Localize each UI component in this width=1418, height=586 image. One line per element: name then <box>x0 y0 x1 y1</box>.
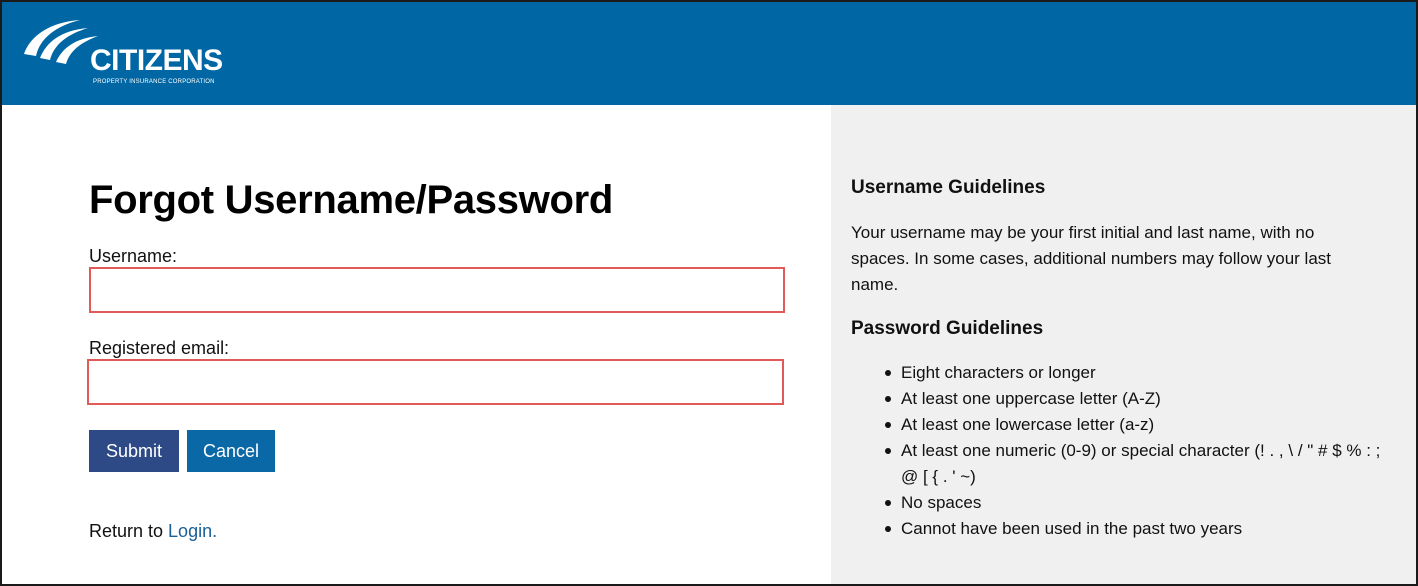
username-guidelines-text: Your username may be your first initial … <box>851 223 1332 294</box>
list-item: Eight characters or longer <box>851 360 1391 386</box>
username-input[interactable] <box>89 267 785 313</box>
password-guidelines-list: Eight characters or longer At least one … <box>851 360 1391 542</box>
username-label: Username: <box>89 246 178 266</box>
username-guidelines-heading: Username Guidelines <box>851 177 1046 198</box>
cancel-button[interactable]: Cancel <box>187 430 275 472</box>
site-header: CITIZENS PROPERTY INSURANCE CORPORATION <box>2 2 1416 105</box>
email-input[interactable] <box>87 359 784 405</box>
login-link[interactable]: Login. <box>168 521 217 541</box>
return-to-login: Return to Login. <box>89 521 217 541</box>
list-item: At least one uppercase letter (A-Z) <box>851 386 1391 412</box>
list-item: Cannot have been used in the past two ye… <box>851 516 1391 542</box>
password-guidelines-heading: Password Guidelines <box>851 318 1044 339</box>
brand-tagline: PROPERTY INSURANCE CORPORATION <box>93 79 215 85</box>
citizens-logo[interactable]: CITIZENS PROPERTY INSURANCE CORPORATION <box>22 18 232 90</box>
guidelines-panel: Username Guidelines Your username may be… <box>831 105 1416 584</box>
list-item: No spaces <box>851 490 1391 516</box>
email-label: Registered email: <box>89 338 230 358</box>
list-item: At least one lowercase letter (a-z) <box>851 412 1391 438</box>
form-panel: Forgot Username/Password Username: Regis… <box>2 105 831 584</box>
brand-name: CITIZENS <box>90 44 223 77</box>
page-title: Forgot Username/Password <box>89 178 614 222</box>
list-item: At least one numeric (0-9) or special ch… <box>851 438 1391 490</box>
page-frame: CITIZENS PROPERTY INSURANCE CORPORATION … <box>0 0 1418 586</box>
submit-button[interactable]: Submit <box>89 430 179 472</box>
return-prefix: Return to <box>89 521 169 541</box>
